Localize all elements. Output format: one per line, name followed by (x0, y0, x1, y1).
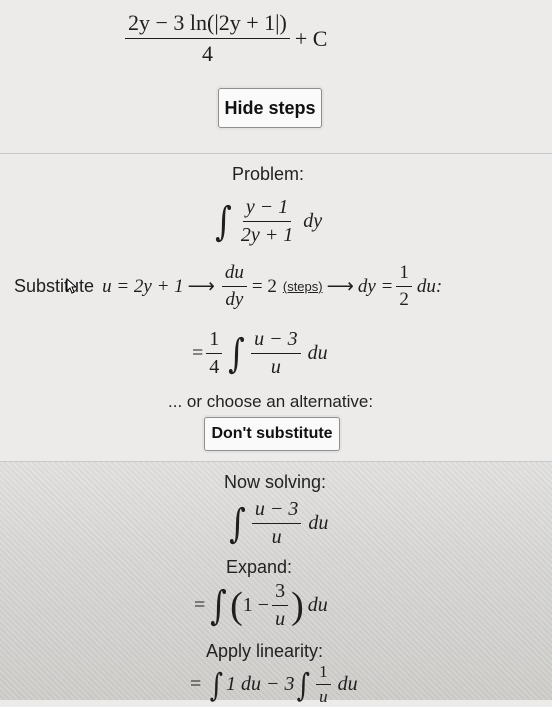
mouse-cursor-icon (66, 277, 78, 294)
close-paren: ) (291, 584, 304, 627)
quarter-denominator: 4 (209, 356, 220, 378)
expand-label: Expand: (226, 557, 293, 577)
alternative-text: ... or choose an alternative: (168, 392, 374, 411)
hide-steps-label: Hide steps (224, 97, 316, 118)
arrow-2: ⟶ (326, 276, 354, 297)
now-solving-numerator: u − 3 (251, 498, 302, 524)
du-colon: du: (416, 275, 443, 297)
expand-one-minus: 1 − (242, 594, 270, 616)
substituted-equals: = (192, 342, 204, 364)
linearity-fraction: 1 u (316, 662, 331, 707)
now-solving-fraction: u − 3 u (251, 498, 302, 549)
now-solving-denominator: u (271, 526, 282, 548)
arrow-1: ⟶ (187, 276, 215, 297)
substitute-prefix: Substitute (14, 276, 95, 296)
substituted-differential: du (307, 342, 328, 364)
derivative-denominator: dy (225, 289, 244, 310)
dont-substitute-button[interactable]: Don't substitute (204, 417, 340, 451)
quarter-numerator: 1 (206, 328, 223, 354)
dont-substitute-label: Don't substitute (211, 425, 333, 442)
steps-link[interactable]: (steps) (283, 279, 323, 294)
linearity-first-term: 1 du − 3 (225, 673, 295, 695)
result-denominator: 4 (201, 41, 213, 66)
problem-integral: ∫ y − 1 2y + 1 dy (212, 196, 322, 247)
linearity-label: Apply linearity: (206, 641, 324, 661)
derivative-numerator: du (221, 262, 247, 287)
integral-sign-icon: ∫ (210, 582, 228, 629)
integral-sign-icon: ∫ (297, 665, 311, 704)
expand-fraction: 3 u (272, 580, 289, 631)
result-expression: 2y − 3 ln(|2y + 1|) 4 + C (122, 10, 327, 67)
result-constant: + C (294, 25, 328, 51)
substituted-integral: = 1 4 ∫ u − 3 u du (192, 328, 328, 379)
problem-fraction: y − 1 2y + 1 (238, 196, 296, 247)
integral-sign-icon: ∫ (229, 500, 246, 547)
substituted-denominator: u (270, 356, 281, 378)
dy-equals: dy = (357, 275, 394, 297)
linearity-denominator: u (319, 687, 328, 706)
problem-numerator: y − 1 (242, 196, 292, 222)
derivative-fraction: du dy (221, 262, 247, 311)
quarter-fraction: 1 4 (206, 328, 223, 379)
derivative-value: = 2 (251, 275, 277, 297)
result-fraction: 2y − 3 ln(|2y + 1|) 4 (125, 10, 290, 67)
expand-integral: = ∫ ( 1 − 3 u ) du (194, 580, 328, 631)
half-fraction: 1 2 (396, 262, 412, 311)
problem-denominator: 2y + 1 (240, 224, 294, 246)
substitution-line: Substitute u = 2y + 1 ⟶ du dy = 2 (steps… (14, 262, 442, 311)
expand-differential: du (307, 594, 328, 616)
linearity-numerator: 1 (316, 662, 331, 685)
substituted-fraction: u − 3 u (251, 328, 301, 379)
half-numerator: 1 (396, 262, 412, 287)
integral-sign-icon: ∫ (228, 330, 246, 377)
integral-sign-icon: ∫ (215, 198, 232, 245)
now-solving-integral: ∫ u − 3 u du (226, 498, 328, 549)
half-denominator: 2 (399, 289, 409, 310)
expand-numerator: 3 (272, 580, 289, 606)
open-paren: ( (230, 584, 243, 627)
linearity-equals: = (190, 673, 202, 695)
problem-label: Problem: (232, 164, 305, 184)
now-solving-differential: du (308, 512, 329, 534)
section-divider (0, 153, 552, 154)
problem-differential: dy (303, 210, 323, 232)
u-definition: u = 2y + 1 (102, 275, 184, 297)
expand-equals: = (194, 594, 206, 616)
linearity-expression: = ∫ 1 du − 3 ∫ 1 u du (190, 662, 358, 707)
hide-steps-button[interactable]: Hide steps (218, 88, 322, 128)
substituted-numerator: u − 3 (251, 328, 301, 354)
result-numerator: 2y − 3 ln(|2y + 1|) (125, 10, 290, 39)
now-solving-label: Now solving: (224, 472, 327, 492)
integral-sign-icon: ∫ (209, 665, 224, 704)
expand-denominator: u (275, 608, 286, 630)
linearity-differential: du (337, 673, 358, 695)
